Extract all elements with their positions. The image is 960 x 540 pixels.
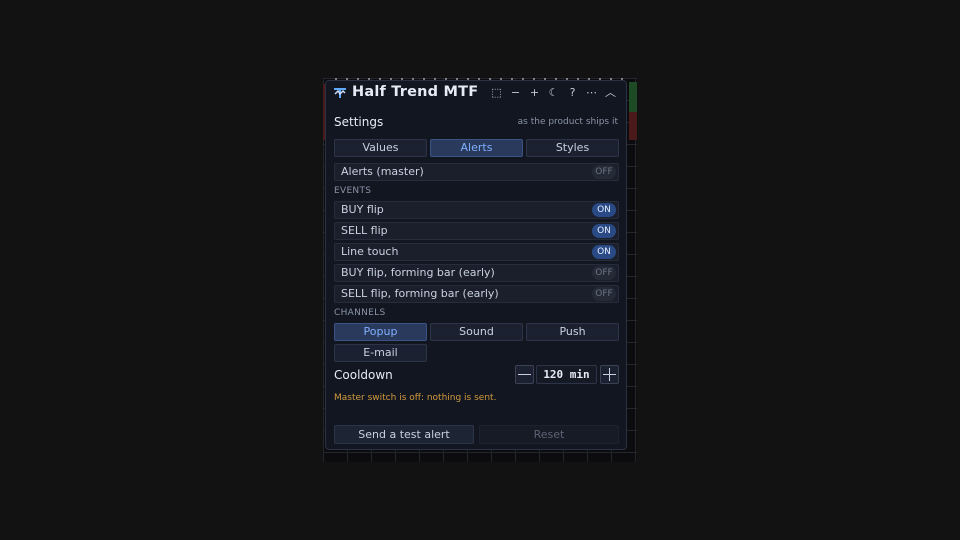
- tab-styles[interactable]: Styles: [526, 139, 619, 157]
- event-label: BUY flip, forming bar (early): [341, 266, 495, 279]
- event-row-line-touch[interactable]: Line touch ON: [334, 243, 619, 261]
- channel-sound-button[interactable]: Sound: [430, 323, 523, 341]
- more-icon[interactable]: ⋯: [582, 85, 601, 101]
- alerts-master-row[interactable]: Alerts (master) OFF: [334, 163, 619, 181]
- alerts-master-toggle[interactable]: OFF: [592, 165, 616, 179]
- cooldown-decrement-button[interactable]: [515, 365, 534, 384]
- cooldown-value-field[interactable]: 120 min: [536, 365, 597, 384]
- event-label: SELL flip, forming bar (early): [341, 287, 499, 300]
- channel-buttons: Popup Sound Push: [334, 323, 619, 341]
- plus-icon[interactable]: +: [525, 85, 544, 101]
- send-test-alert-button[interactable]: Send a test alert: [334, 425, 474, 444]
- event-label: SELL flip: [341, 224, 388, 237]
- settings-heading: Settings: [334, 115, 384, 129]
- event-toggle[interactable]: OFF: [592, 287, 616, 301]
- reset-button[interactable]: Reset: [479, 425, 619, 444]
- event-row-buy-flip-early[interactable]: BUY flip, forming bar (early) OFF: [334, 264, 619, 282]
- titlebar-icons: ⬚ − + ☾ ? ⋯ ︿: [487, 85, 620, 101]
- event-toggle[interactable]: ON: [592, 203, 616, 217]
- master-off-warning: Master switch is off: nothing is sent.: [334, 393, 497, 403]
- settings-tabs: Values Alerts Styles: [334, 139, 619, 157]
- indicator-settings-panel: Half Trend MTF ⬚ − + ☾ ? ⋯ ︿ Settings as…: [325, 80, 627, 450]
- event-toggle[interactable]: ON: [592, 245, 616, 259]
- event-label: BUY flip: [341, 203, 384, 216]
- panel-title: Half Trend MTF: [352, 84, 479, 100]
- alerts-master-label: Alerts (master): [341, 165, 424, 178]
- cooldown-increment-button[interactable]: [600, 365, 619, 384]
- event-label: Line touch: [341, 245, 399, 258]
- event-row-sell-flip-early[interactable]: SELL flip, forming bar (early) OFF: [334, 285, 619, 303]
- chevron-up-icon[interactable]: ︿: [601, 85, 620, 101]
- tab-alerts[interactable]: Alerts: [430, 139, 523, 157]
- channels-section-header: CHANNELS: [334, 308, 386, 318]
- event-toggle[interactable]: OFF: [592, 266, 616, 280]
- event-row-buy-flip[interactable]: BUY flip ON: [334, 201, 619, 219]
- channel-email-button[interactable]: E-mail: [334, 344, 427, 362]
- panel-titlebar[interactable]: Half Trend MTF ⬚ − + ☾ ? ⋯ ︿: [326, 81, 626, 105]
- event-row-sell-flip[interactable]: SELL flip ON: [334, 222, 619, 240]
- minus-icon[interactable]: −: [506, 85, 525, 101]
- tab-values[interactable]: Values: [334, 139, 427, 157]
- event-toggle[interactable]: ON: [592, 224, 616, 238]
- cooldown-label: Cooldown: [334, 368, 393, 382]
- half-trend-logo-icon: [334, 88, 346, 98]
- channel-popup-button[interactable]: Popup: [334, 323, 427, 341]
- chart-bear-zone-right: [629, 112, 637, 140]
- settings-subtitle: as the product ships it: [517, 117, 618, 127]
- help-icon[interactable]: ?: [563, 85, 582, 101]
- moon-icon[interactable]: ☾: [544, 85, 563, 101]
- events-section-header: EVENTS: [334, 186, 372, 196]
- chat-bubble-off-icon[interactable]: ⬚: [487, 85, 506, 101]
- chart-bull-zone: [629, 82, 637, 112]
- channel-push-button[interactable]: Push: [526, 323, 619, 341]
